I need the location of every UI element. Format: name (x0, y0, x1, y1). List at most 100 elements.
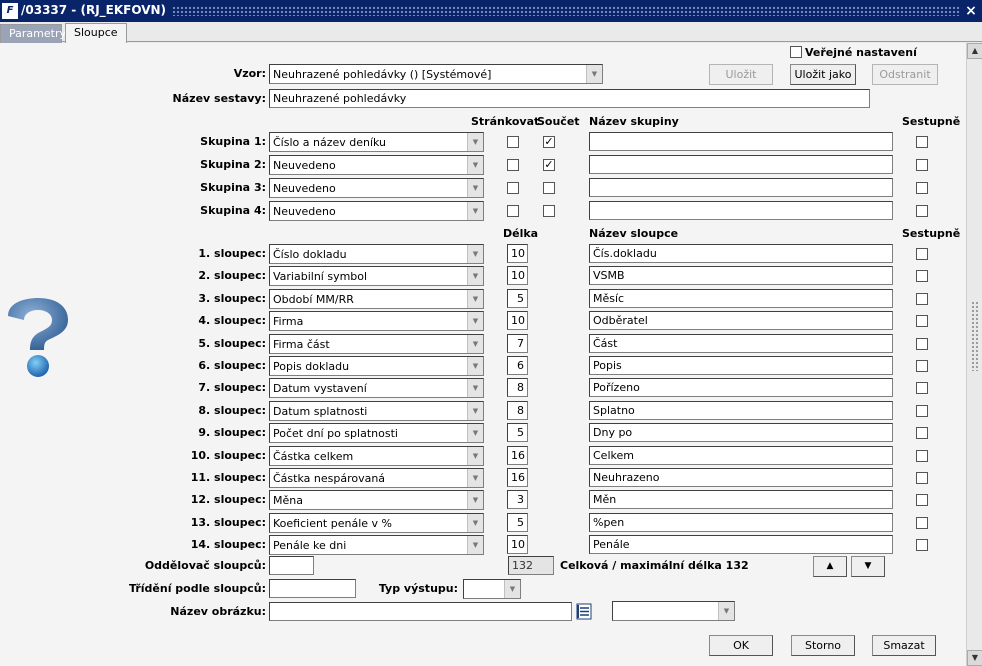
group-sum-checkbox[interactable] (543, 205, 555, 217)
chevron-down-icon[interactable]: ▼ (467, 245, 483, 263)
sort-input[interactable] (269, 579, 356, 598)
remove-button[interactable]: Odstranit (872, 64, 938, 85)
column-descending-checkbox[interactable] (916, 270, 928, 283)
column-descending-checkbox[interactable] (916, 248, 928, 260)
group-paging-checkbox[interactable] (507, 159, 519, 171)
column-length-input[interactable]: 8 (507, 400, 528, 420)
image-name-input[interactable] (269, 602, 572, 621)
column-length-input[interactable]: 10 (507, 311, 528, 331)
column-descending-checkbox[interactable] (916, 404, 928, 417)
chevron-down-icon[interactable]: ▼ (467, 379, 483, 398)
column-select[interactable]: Částka celkem ▼ (269, 445, 484, 466)
column-name-input[interactable]: Měsíc (589, 288, 893, 308)
help-question-icon[interactable] (4, 298, 74, 380)
chevron-down-icon[interactable]: ▼ (467, 202, 483, 220)
public-setting-checkbox[interactable] (790, 46, 802, 58)
group-sum-checkbox[interactable] (543, 182, 555, 194)
group-select[interactable]: Neuvedeno ▼ (269, 155, 484, 175)
chevron-down-icon[interactable]: ▼ (467, 536, 483, 555)
column-select[interactable]: Firma ▼ (269, 311, 484, 332)
column-length-input[interactable]: 7 (507, 333, 528, 353)
column-descending-checkbox[interactable] (916, 472, 928, 484)
group-descending-checkbox[interactable] (916, 136, 928, 148)
column-descending-checkbox[interactable] (916, 382, 928, 395)
close-icon[interactable]: × (963, 3, 979, 19)
column-select[interactable]: Penále ke dni ▼ (269, 535, 484, 556)
group-paging-checkbox[interactable] (507, 205, 519, 217)
column-length-input[interactable]: 10 (507, 266, 528, 286)
column-length-input[interactable]: 8 (507, 378, 528, 398)
chevron-down-icon[interactable]: ▼ (467, 267, 483, 286)
chevron-down-icon[interactable]: ▼ (467, 401, 483, 420)
column-name-input[interactable]: Odběratel (589, 311, 893, 331)
move-down-button[interactable]: ▼ (851, 556, 885, 577)
delete-button[interactable]: Smazat (872, 635, 936, 656)
chevron-down-icon[interactable]: ▼ (467, 289, 483, 308)
column-select[interactable]: Měna ▼ (269, 490, 484, 511)
column-name-input[interactable]: Neuhrazeno (589, 468, 893, 487)
report-name-input[interactable]: Neuhrazené pohledávky (269, 89, 870, 108)
tab-parametry[interactable]: Parametry (0, 24, 66, 43)
group-descending-checkbox[interactable] (916, 159, 928, 171)
column-length-input[interactable]: 10 (507, 244, 528, 263)
column-descending-checkbox[interactable] (916, 516, 928, 529)
column-select[interactable]: Datum vystavení ▼ (269, 378, 484, 399)
ok-button[interactable]: OK (709, 635, 773, 656)
group-select[interactable]: Neuvedeno ▼ (269, 201, 484, 221)
chevron-down-icon[interactable]: ▼ (718, 602, 734, 620)
column-name-input[interactable]: Čís.dokladu (589, 244, 893, 263)
group-paging-checkbox[interactable] (507, 136, 519, 148)
column-name-input[interactable]: Dny po (589, 423, 893, 443)
chevron-down-icon[interactable]: ▼ (467, 334, 483, 353)
column-length-input[interactable]: 16 (507, 468, 528, 487)
group-name-input[interactable] (589, 178, 893, 197)
group-name-input[interactable] (589, 132, 893, 151)
chevron-down-icon[interactable]: ▼ (467, 179, 483, 197)
column-descending-checkbox[interactable] (916, 427, 928, 440)
column-descending-checkbox[interactable] (916, 539, 928, 552)
image-option-select[interactable]: ▼ (612, 601, 735, 621)
column-name-input[interactable]: Celkem (589, 445, 893, 465)
column-length-input[interactable]: 5 (507, 512, 528, 532)
column-descending-checkbox[interactable] (916, 315, 928, 328)
column-name-input[interactable]: %pen (589, 512, 893, 532)
chevron-down-icon[interactable]: ▼ (467, 513, 483, 532)
column-select[interactable]: Číslo dokladu ▼ (269, 244, 484, 264)
chevron-down-icon[interactable]: ▼ (467, 156, 483, 174)
column-descending-checkbox[interactable] (916, 337, 928, 350)
separator-input[interactable] (269, 556, 314, 575)
group-descending-checkbox[interactable] (916, 205, 928, 217)
group-descending-checkbox[interactable] (916, 182, 928, 194)
chevron-down-icon[interactable]: ▼ (467, 133, 483, 151)
save-as-button[interactable]: Uložit jako (790, 64, 856, 85)
column-descending-checkbox[interactable] (916, 360, 928, 372)
save-button[interactable]: Uložit (709, 64, 773, 85)
column-length-input[interactable]: 16 (507, 445, 528, 465)
column-descending-checkbox[interactable] (916, 449, 928, 462)
chevron-down-icon[interactable]: ▼ (467, 312, 483, 331)
column-length-input[interactable]: 5 (507, 288, 528, 308)
column-length-input[interactable]: 10 (507, 535, 528, 555)
output-type-select[interactable]: ▼ (463, 579, 521, 599)
column-name-input[interactable]: Splatno (589, 400, 893, 420)
column-name-input[interactable]: Měn (589, 490, 893, 510)
move-up-button[interactable]: ▲ (813, 556, 847, 577)
column-name-input[interactable]: Část (589, 333, 893, 353)
scroll-down-icon[interactable]: ▼ (967, 650, 982, 666)
column-name-input[interactable]: Pořízeno (589, 378, 893, 398)
tab-sloupce[interactable]: Sloupce (65, 23, 127, 44)
scroll-grip[interactable] (971, 301, 978, 371)
column-length-input[interactable]: 6 (507, 356, 528, 375)
application-icon[interactable]: F (2, 3, 18, 19)
column-select[interactable]: Koeficient penále v % ▼ (269, 512, 484, 533)
chevron-down-icon[interactable]: ▼ (467, 491, 483, 510)
chevron-down-icon[interactable]: ▼ (467, 469, 483, 487)
vertical-scrollbar[interactable]: ▲ ▼ (966, 43, 982, 666)
column-length-input[interactable]: 5 (507, 423, 528, 443)
column-select[interactable]: Firma část ▼ (269, 333, 484, 354)
column-select[interactable]: Období MM/RR ▼ (269, 288, 484, 309)
group-name-input[interactable] (589, 155, 893, 174)
column-select[interactable]: Datum splatnosti ▼ (269, 400, 484, 421)
column-select[interactable]: Popis dokladu ▼ (269, 356, 484, 376)
chevron-down-icon[interactable]: ▼ (467, 357, 483, 375)
